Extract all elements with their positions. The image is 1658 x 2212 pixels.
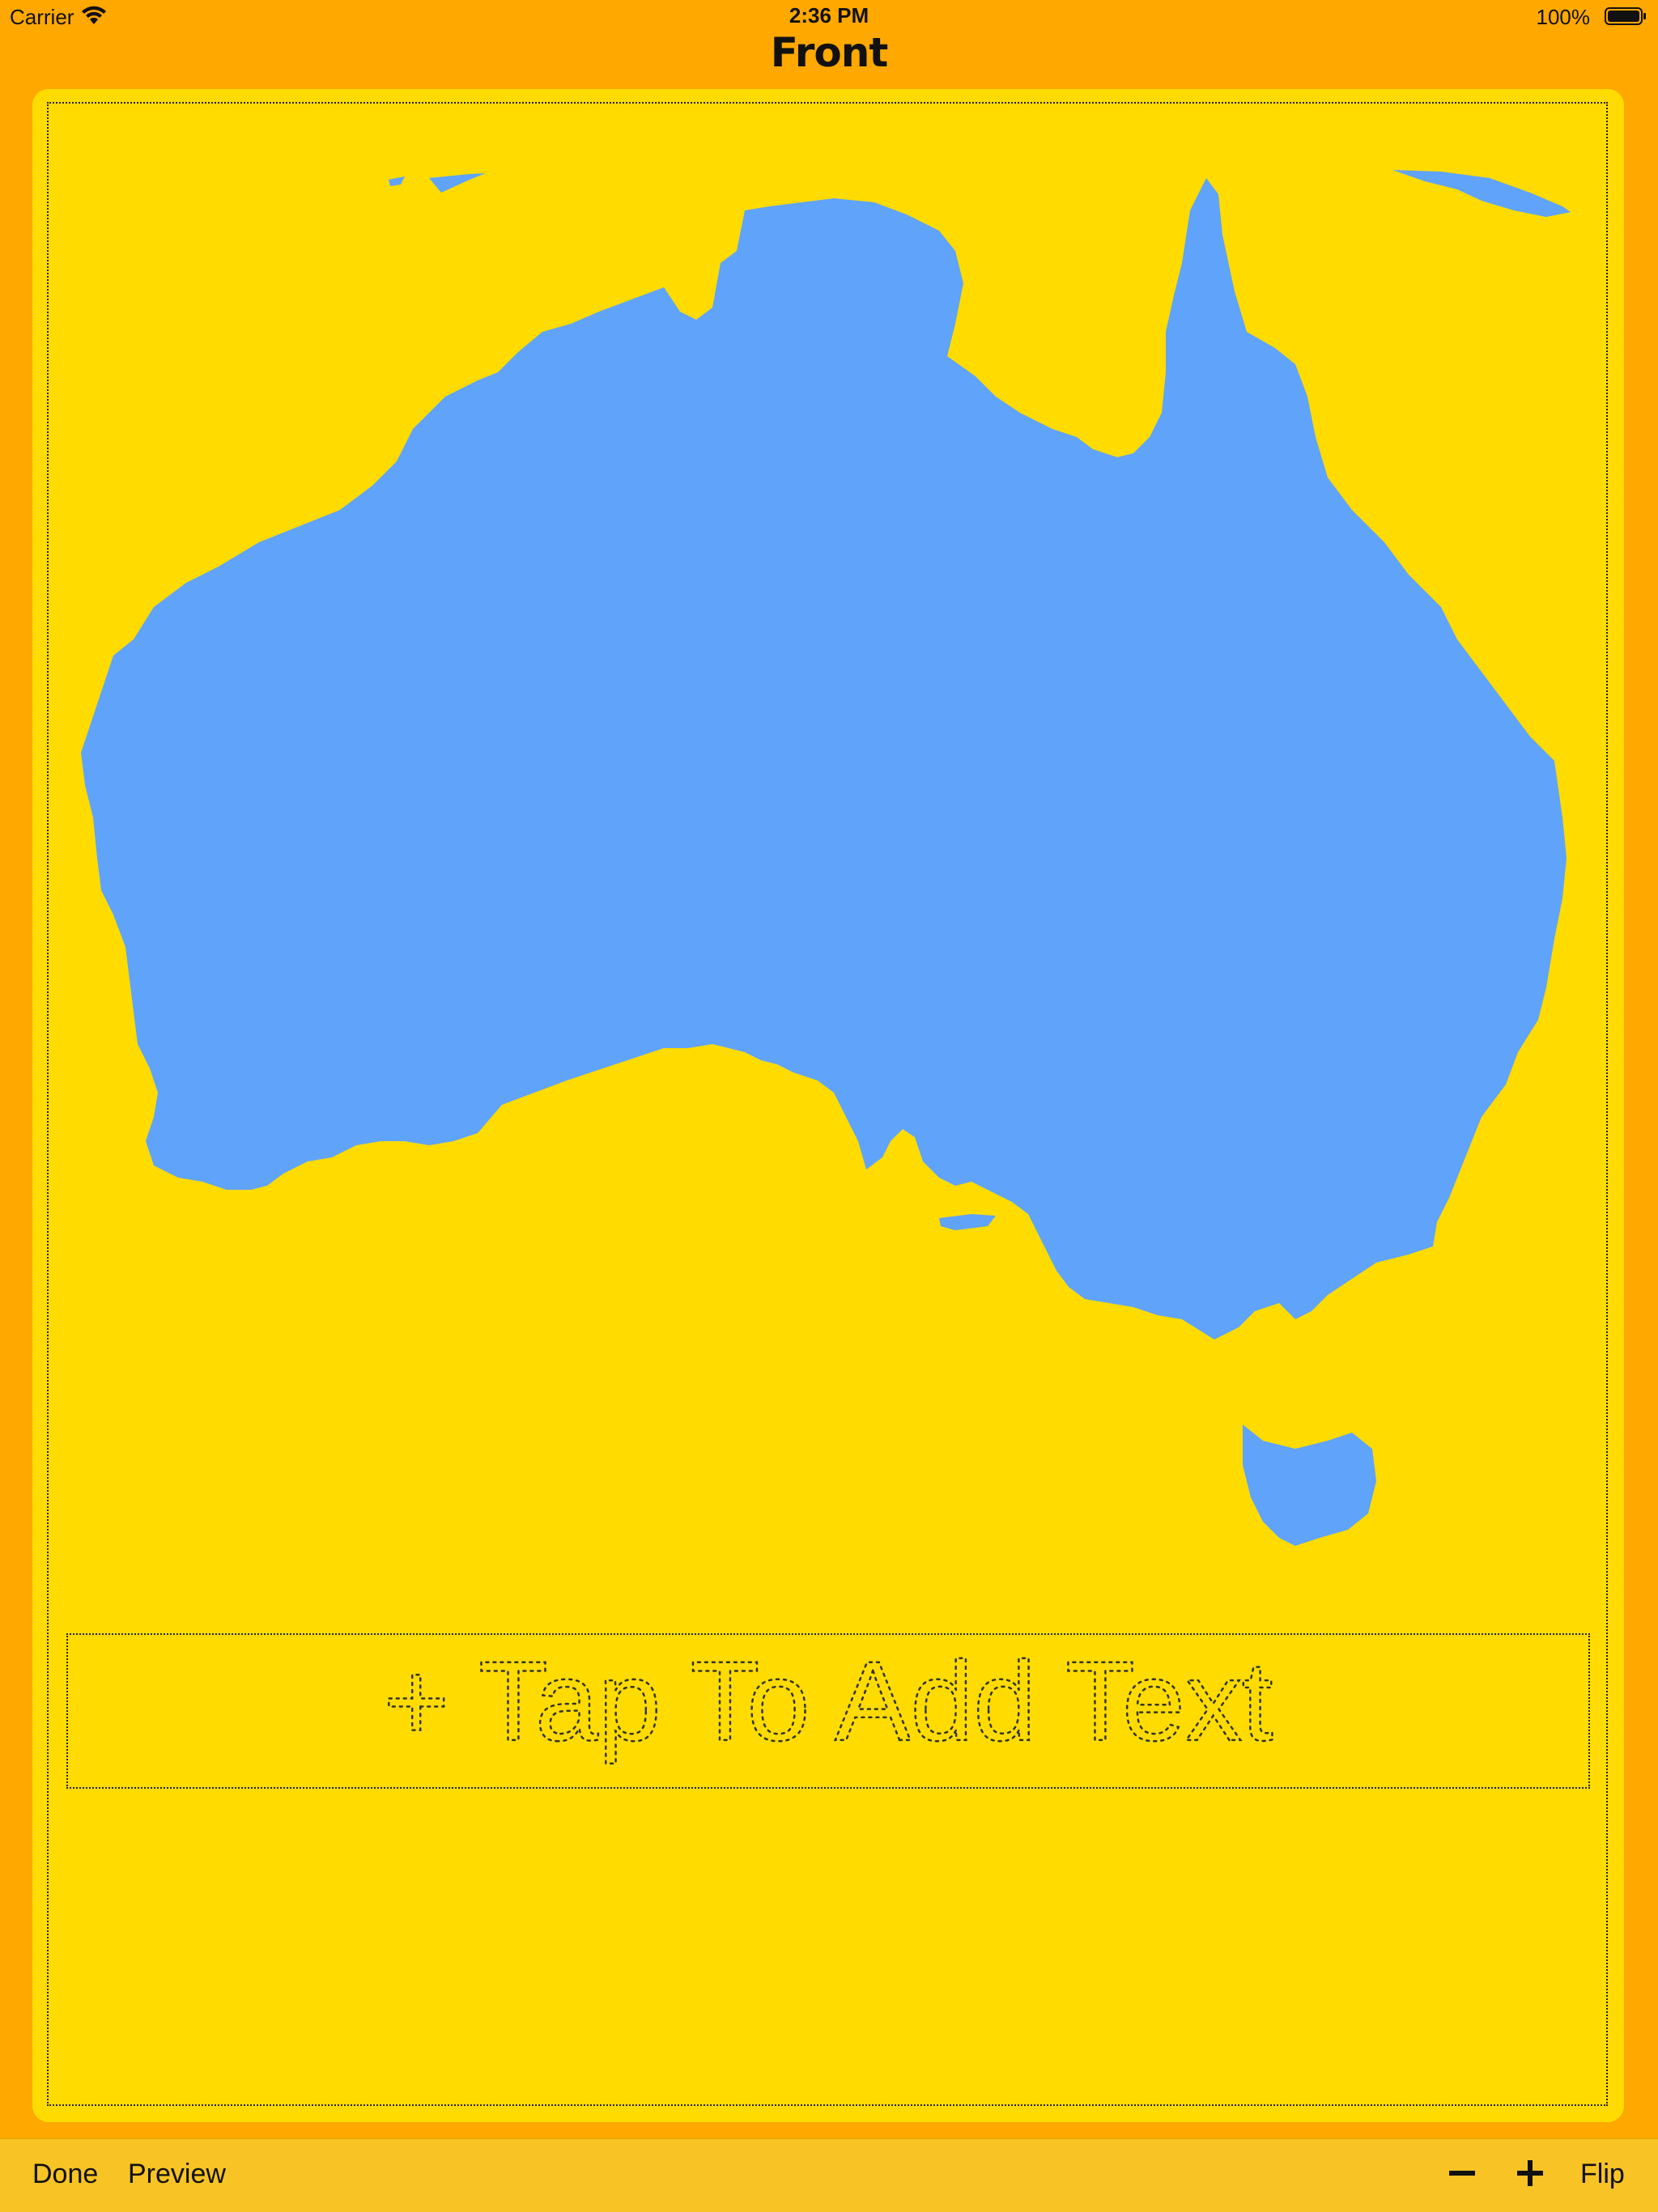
add-text-placeholder-graphic[interactable]: + Tap To Add Text xyxy=(68,1635,1588,1787)
add-text-box[interactable]: + Tap To Add Text xyxy=(66,1633,1590,1789)
page-title: Front xyxy=(770,29,888,76)
battery-full-icon xyxy=(1605,7,1646,25)
flip-button[interactable]: Flip xyxy=(1580,2159,1625,2190)
preview-button[interactable]: Preview xyxy=(128,2159,226,2190)
done-button[interactable]: Done xyxy=(32,2159,98,2190)
status-bar: Carrier 2:36 PM 100% xyxy=(0,0,1658,32)
card-dotted-border xyxy=(47,102,1608,2106)
plus-icon[interactable] xyxy=(1514,2157,1546,2189)
bottom-toolbar: Done Preview Flip xyxy=(0,2138,1658,2212)
battery-percent: 100% xyxy=(1536,5,1591,29)
minus-icon[interactable] xyxy=(1446,2157,1478,2189)
flashcard-canvas[interactable]: + Tap To Add Text xyxy=(32,89,1624,2122)
status-time: 2:36 PM xyxy=(789,3,869,28)
add-text-placeholder: + Tap To Add Text xyxy=(383,1638,1273,1764)
